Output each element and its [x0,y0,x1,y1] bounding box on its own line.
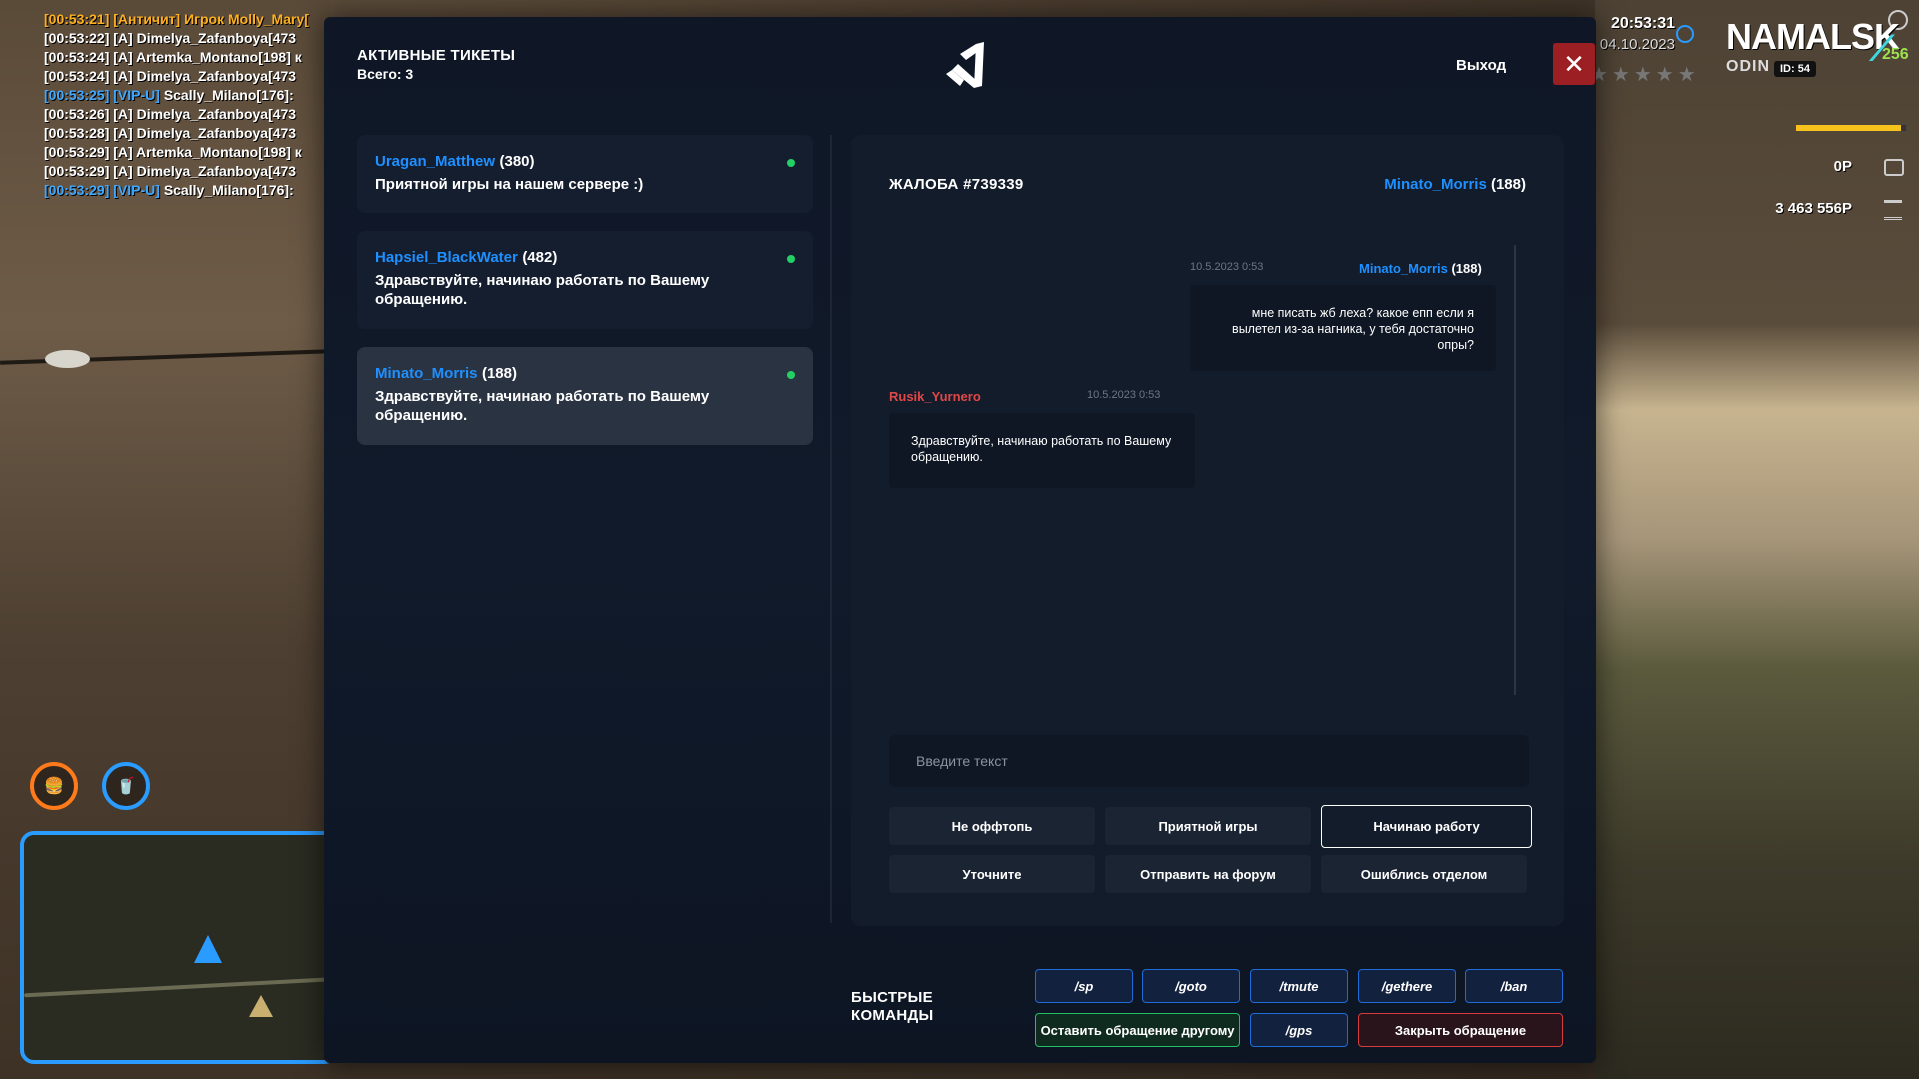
scene-rock [45,350,90,368]
online-status-dot [787,255,795,263]
message-author: Minato_Morris (188) [1359,261,1482,276]
chat-line: [00:53:21] [Античит] Игрок Molly_Mary[ [44,10,326,29]
chat-line: [00:53:29] [VIP-U] Scally_Milano[176]: [44,181,326,200]
message-author-id: (188) [1451,261,1482,276]
chat-log: [00:53:21] [Античит] Игрок Molly_Mary[ [… [44,10,326,200]
health-bar-fill [1796,125,1901,131]
ticket-user-name: Uragan_Matthew [375,153,496,170]
chat-line: [00:53:28] [A] Dimelya_Zafanboya[473 [44,124,326,143]
message-author: Rusik_Yurnero [889,389,981,404]
chat-scrollbar[interactable] [1514,245,1516,695]
ticket-item[interactable]: Uragan_Matthew (380) Приятной игры на на… [357,135,813,213]
tickets-panel: АКТИВНЫЕ ТИКЕТЫ Всего: 3 Выход ✕ Uragan_… [324,17,1596,1063]
chat-line: [00:53:25] [VIP-U] Scally_Milano[176]: [44,86,326,105]
waypoint-triangle-icon [249,995,273,1017]
chat-line: [00:53:24] [A] Dimelya_Zafanboya[473 [44,67,326,86]
quick-reply-button[interactable]: Не оффтопь [889,807,1095,845]
player-arrow-icon [194,935,222,963]
quick-reply-button[interactable]: Уточните [889,855,1095,893]
ticket-item[interactable]: Hapsiel_BlackWater (482) Здравствуйте, н… [357,231,813,329]
message-time: 10.5.2023 0:53 [1190,261,1264,273]
clock-icon [1676,25,1694,43]
panel-title: АКТИВНЫЕ ТИКЕТЫ [357,47,516,64]
command-goto-button[interactable]: /goto [1142,969,1240,1003]
message-input[interactable]: Введите текст [889,735,1529,787]
fast-commands-title: БЫСТРЫЕ КОМАНДЫ [851,989,933,1025]
chat-segment: [00:53:24] [A] Artemka_Montano[198] к [44,49,302,65]
command-tmute-button[interactable]: /tmute [1250,969,1348,1003]
chat-segment: Scally_Milano[176]: [163,87,294,103]
quick-reply-button[interactable]: Приятной игры [1105,807,1311,845]
chat-segment: [00:53:29] [A] Artemka_Montano[198] к [44,144,302,160]
server-badge-number: 256 [1882,46,1909,63]
ticket-last-message: Приятной игры на нашем сервере :) [375,176,644,193]
chat-segment: [00:53:29] [A] Dimelya_Zafanboya[473 [44,163,297,179]
wallet-icon [1884,159,1904,176]
tickets-total: Всего: 3 [357,66,414,82]
chat-segment: [00:53:22] [A] Dimelya_Zafanboya[473 [44,30,297,46]
hud-date: 04.10.2023 [1599,36,1675,53]
chat-segment: [00:53:29] [VIP-U] [44,182,164,198]
game-scene-right [1595,0,1919,1079]
chat-line: [00:53:22] [A] Dimelya_Zafanboya[473 [44,29,326,48]
player-id-badge: ID: 54 [1774,61,1816,77]
message-bubble-outgoing: Здравствуйте, начинаю работать по Вашему… [889,413,1195,488]
ticket-last-message: Здравствуйте, начинаю работать по Вашему… [375,388,710,424]
fast-commands-title-line: БЫСТРЫЕ [851,989,933,1006]
close-icon[interactable]: ✕ [1553,43,1595,85]
complaint-chat: ЖАЛОБА #739339 Minato_Morris (188) 10.5.… [851,135,1564,926]
quick-reply-button[interactable]: Начинаю работу [1321,805,1532,848]
cup-icon: 🥤 [102,762,150,810]
quick-reply-button[interactable]: Отправить на форум [1105,855,1311,893]
chat-line: [00:53:26] [A] Dimelya_Zafanboya[473 [44,105,326,124]
online-status-dot [787,159,795,167]
wanted-stars: ★★★★★ [1590,64,1700,86]
message-author-name: Minato_Morris [1359,261,1448,276]
message-bubble-incoming: мне писать жб леха? какое епп если я выл… [1190,285,1496,371]
bank-icon [1884,200,1902,220]
quick-reply-button[interactable]: Ошиблись отделом [1321,855,1527,893]
command-sp-button[interactable]: /sp [1035,969,1133,1003]
chat-segment: [00:53:26] [A] Dimelya_Zafanboya[473 [44,106,297,122]
transfer-ticket-button[interactable]: Оставить обращение другому [1035,1013,1240,1047]
command-gethere-button[interactable]: /gethere [1358,969,1456,1003]
ticket-item-selected[interactable]: Minato_Morris (188) Здравствуйте, начина… [357,347,813,445]
fast-commands-title-line: КОМАНДЫ [851,1007,934,1024]
chat-segment: Scally_Milano[176]: [163,182,294,198]
minimap-road [24,976,334,998]
online-status-dot [787,371,795,379]
message-time: 10.5.2023 0:53 [1087,389,1161,401]
complaint-user-name: Minato_Morris [1384,176,1487,193]
close-ticket-button[interactable]: Закрыть обращение [1358,1013,1563,1047]
server-subtitle: ODIN [1726,58,1770,75]
chat-segment: [00:53:21] [Античит] Игрок Molly_Mary[ [44,11,309,27]
chat-segment: [00:53:25] [VIP-U] [44,87,164,103]
command-ban-button[interactable]: /ban [1465,969,1563,1003]
ticket-last-message: Здравствуйте, начинаю работать по Вашему… [375,272,710,308]
chat-segment: [00:53:24] [A] Dimelya_Zafanboya[473 [44,68,297,84]
complaint-user-id: (188) [1490,176,1526,193]
chat-line: [00:53:24] [A] Artemka_Montano[198] к [44,48,326,67]
brand-logo-icon [946,42,984,88]
ticket-user-name: Hapsiel_BlackWater [375,249,518,266]
cash-amount: 0Р [1833,158,1852,175]
burger-icon: 🍔 [30,762,78,810]
complaint-title: ЖАЛОБА #739339 [889,176,1024,193]
hud-time: 20:53:31 [1610,15,1675,32]
ticket-user-id: (188) [481,365,517,382]
ticket-user-name: Minato_Morris [375,365,478,382]
exit-label[interactable]: Выход [1456,57,1506,74]
panel-divider [830,135,832,923]
ticket-user-id: (482) [522,249,558,266]
bank-amount: 3 463 556Р [1775,200,1852,217]
chat-line: [00:53:29] [A] Dimelya_Zafanboya[473 [44,162,326,181]
health-bar [1796,125,1906,131]
minimap [20,831,338,1064]
chat-segment: [00:53:28] [A] Dimelya_Zafanboya[473 [44,125,297,141]
command-gps-button[interactable]: /gps [1250,1013,1348,1047]
ticket-user-id: (380) [499,153,535,170]
chat-line: [00:53:29] [A] Artemka_Montano[198] к [44,143,326,162]
complaint-user: Minato_Morris (188) [1384,176,1526,193]
